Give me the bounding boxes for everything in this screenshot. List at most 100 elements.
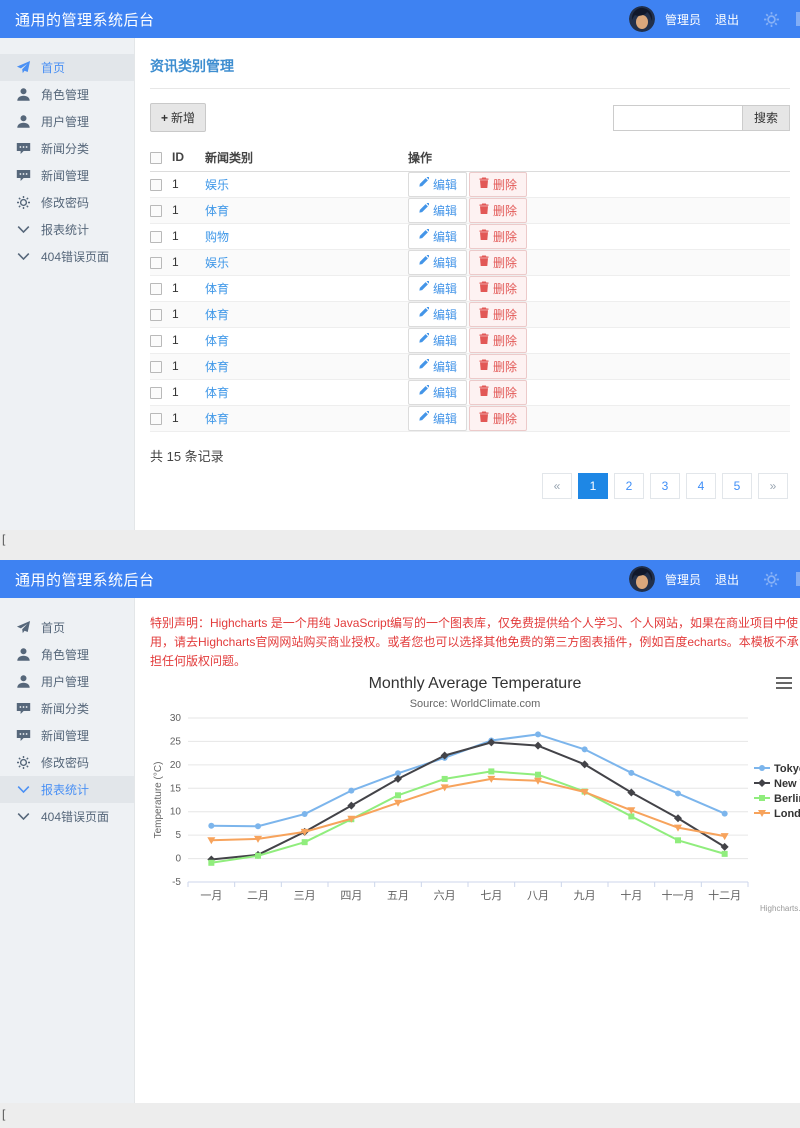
category-link[interactable]: 体育: [205, 412, 229, 426]
sidebar-item-1[interactable]: 首页: [0, 614, 134, 641]
logout-link[interactable]: 退出: [715, 11, 739, 28]
delete-button[interactable]: 删除: [469, 172, 527, 197]
delete-button[interactable]: 删除: [469, 250, 527, 275]
search-input[interactable]: [613, 105, 743, 131]
chevron-down-icon: [16, 222, 31, 237]
page-1[interactable]: 1: [578, 473, 608, 499]
page-gap: [: [0, 530, 800, 560]
add-button[interactable]: +新增: [150, 103, 206, 132]
sidebar-item-label: 报表统计: [41, 781, 89, 798]
delete-button[interactable]: 删除: [469, 224, 527, 249]
sidebar-item-7[interactable]: 报表统计: [0, 776, 134, 803]
sidebar-item-6[interactable]: 修改密码: [0, 749, 134, 776]
edit-button[interactable]: 编辑: [408, 172, 467, 197]
page-next[interactable]: »: [758, 473, 788, 499]
row-checkbox[interactable]: [150, 179, 162, 191]
chart-export-menu-icon[interactable]: [776, 677, 792, 692]
svg-text:Tokyo: Tokyo: [774, 763, 800, 775]
sidebar-item-4[interactable]: 新闻分类: [0, 695, 134, 722]
delete-button[interactable]: 删除: [469, 406, 527, 431]
y-tick-label: 15: [170, 783, 182, 794]
highcharts-disclaimer: 特别声明：Highcharts 是一个用纯 JavaScript编写的一个图表库…: [150, 614, 800, 671]
delete-button[interactable]: 删除: [469, 302, 527, 327]
edit-button[interactable]: 编辑: [408, 354, 467, 379]
row-checkbox[interactable]: [150, 335, 162, 347]
y-tick-label: 25: [170, 736, 182, 747]
logout-link[interactable]: 退出: [715, 571, 739, 588]
search-button[interactable]: 搜索: [743, 105, 790, 131]
edit-button[interactable]: 编辑: [408, 198, 467, 223]
edit-button[interactable]: 编辑: [408, 406, 467, 431]
row-checkbox[interactable]: [150, 413, 162, 425]
sidebar-item-6[interactable]: 修改密码: [0, 189, 134, 216]
delete-button[interactable]: 删除: [469, 354, 527, 379]
sidebar-item-4[interactable]: 新闻分类: [0, 135, 134, 162]
edit-icon: [418, 255, 429, 269]
comment-icon: [16, 701, 31, 716]
edit-button[interactable]: 编辑: [408, 328, 467, 353]
sidebar-item-7[interactable]: 报表统计: [0, 216, 134, 243]
row-checkbox[interactable]: [150, 387, 162, 399]
col-header-id: ID: [172, 144, 205, 171]
gear-icon[interactable]: [763, 11, 780, 28]
legend-item-tokyo[interactable]: Tokyo: [754, 763, 800, 775]
delete-button[interactable]: 删除: [469, 198, 527, 223]
delete-button[interactable]: 删除: [469, 380, 527, 405]
page-4[interactable]: 4: [686, 473, 716, 499]
edit-button[interactable]: 编辑: [408, 380, 467, 405]
sidebar-item-5[interactable]: 新闻管理: [0, 162, 134, 189]
page-prev[interactable]: «: [542, 473, 572, 499]
category-link[interactable]: 娱乐: [205, 178, 229, 192]
page-3[interactable]: 3: [650, 473, 680, 499]
sidebar-item-3[interactable]: 用户管理: [0, 108, 134, 135]
category-link[interactable]: 体育: [205, 334, 229, 348]
main-content: 资讯类别管理 +新增 搜索 ID 新闻类别 操作 1娱乐编辑删除1体育: [135, 38, 800, 530]
category-link[interactable]: 购物: [205, 230, 229, 244]
x-tick-label: 十月: [620, 888, 642, 902]
gear-icon[interactable]: [763, 571, 780, 588]
user-name[interactable]: 管理员: [665, 571, 701, 588]
legend-item-london[interactable]: London: [754, 808, 800, 820]
user-avatar[interactable]: [629, 566, 655, 592]
page-5[interactable]: 5: [722, 473, 752, 499]
edit-button[interactable]: 编辑: [408, 224, 467, 249]
row-checkbox[interactable]: [150, 361, 162, 373]
trash-icon: [479, 203, 489, 217]
category-link[interactable]: 体育: [205, 204, 229, 218]
sidebar-item-2[interactable]: 角色管理: [0, 641, 134, 668]
category-link[interactable]: 体育: [205, 360, 229, 374]
edit-button[interactable]: 编辑: [408, 302, 467, 327]
body-section-1: 首页角色管理用户管理新闻分类新闻管理修改密码报表统计404错误页面 资讯类别管理…: [0, 38, 800, 530]
sidebar-item-label: 404错误页面: [41, 808, 109, 825]
category-link[interactable]: 体育: [205, 386, 229, 400]
row-checkbox[interactable]: [150, 283, 162, 295]
sidebar-item-8[interactable]: 404错误页面: [0, 803, 134, 830]
delete-button[interactable]: 删除: [469, 328, 527, 353]
legend-item-berlin[interactable]: Berlin: [754, 793, 800, 805]
row-checkbox[interactable]: [150, 205, 162, 217]
page-title: 资讯类别管理: [150, 50, 790, 89]
trash-icon: [479, 385, 489, 399]
x-tick-label: 三月: [294, 890, 316, 902]
category-link[interactable]: 娱乐: [205, 256, 229, 270]
sidebar-item-8[interactable]: 404错误页面: [0, 243, 134, 270]
category-link[interactable]: 体育: [205, 282, 229, 296]
edit-button[interactable]: 编辑: [408, 276, 467, 301]
sidebar-item-3[interactable]: 用户管理: [0, 668, 134, 695]
sidebar-item-5[interactable]: 新闻管理: [0, 722, 134, 749]
sidebar-item-2[interactable]: 角色管理: [0, 81, 134, 108]
sidebar-item-1[interactable]: 首页: [0, 54, 134, 81]
edit-button[interactable]: 编辑: [408, 250, 467, 275]
user-avatar[interactable]: [629, 6, 655, 32]
row-checkbox[interactable]: [150, 309, 162, 321]
table-row: 1娱乐编辑删除: [150, 171, 790, 197]
row-checkbox[interactable]: [150, 231, 162, 243]
user-name[interactable]: 管理员: [665, 11, 701, 28]
select-all-checkbox[interactable]: [150, 152, 162, 164]
category-link[interactable]: 体育: [205, 308, 229, 322]
row-checkbox[interactable]: [150, 257, 162, 269]
page-2[interactable]: 2: [614, 473, 644, 499]
legend-item-new-york[interactable]: New York: [754, 778, 800, 790]
x-tick-label: 四月: [340, 890, 362, 902]
delete-button[interactable]: 删除: [469, 276, 527, 301]
